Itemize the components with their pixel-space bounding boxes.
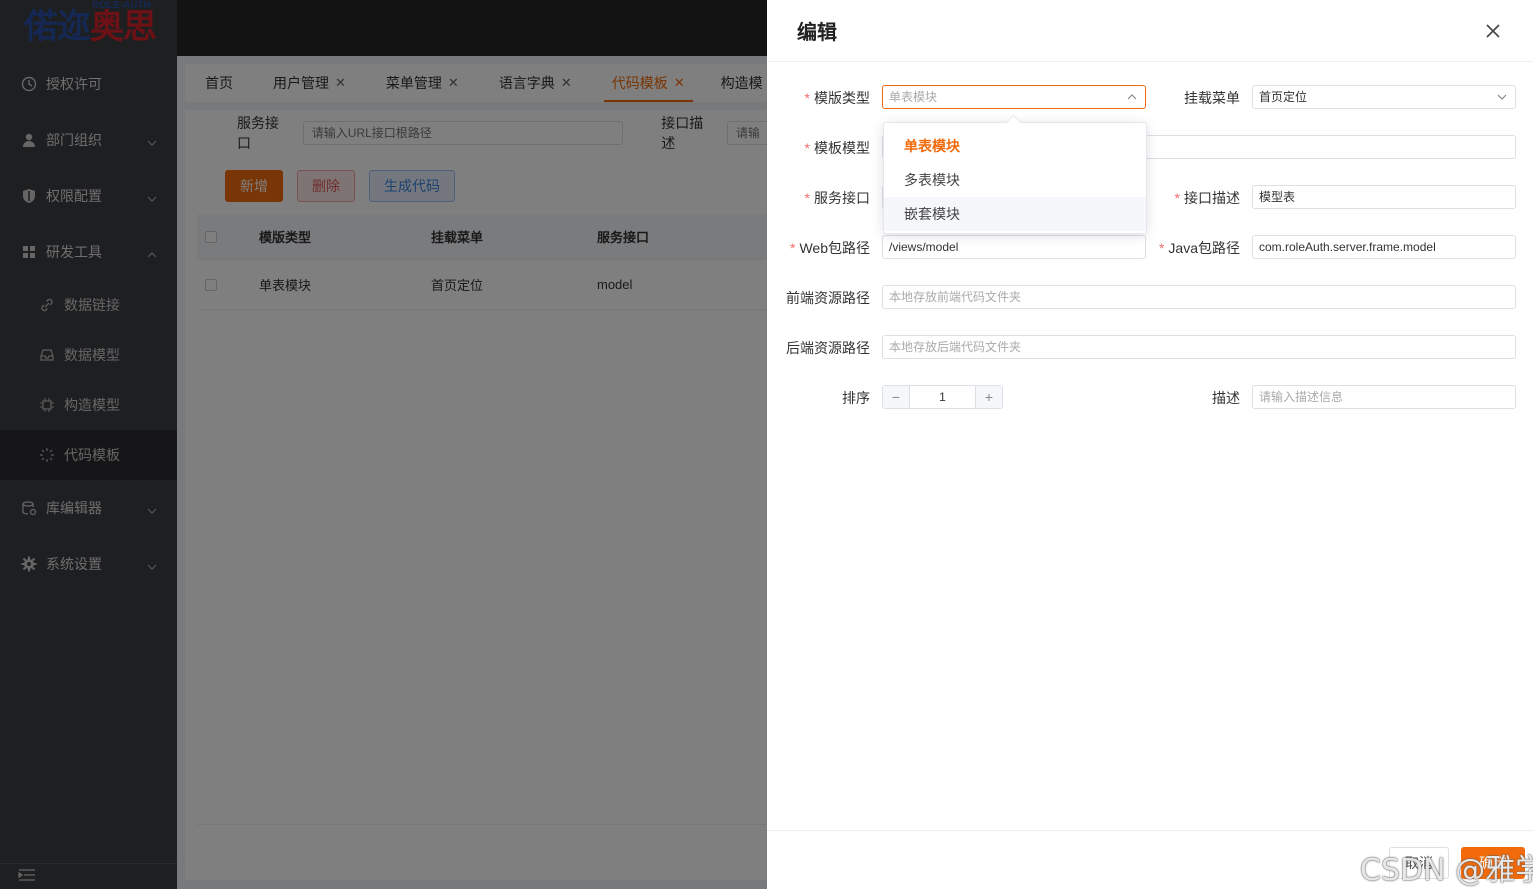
field-label-api-desc: * 接口描述 bbox=[1174, 190, 1240, 206]
close-icon bbox=[1486, 23, 1500, 38]
field-label-front-res: 前端资源路径 bbox=[786, 290, 870, 306]
select-value: 首页定位 bbox=[1259, 90, 1308, 104]
minus-button[interactable]: − bbox=[883, 386, 909, 408]
plus-button[interactable]: + bbox=[976, 386, 1002, 408]
java-path-input[interactable]: com.roleAuth.server.frame.model bbox=[1252, 235, 1516, 259]
form-row: 后端资源路径 本地存放后端代码文件夹 bbox=[767, 335, 1533, 361]
dropdown-option[interactable]: 单表模块 bbox=[884, 129, 1146, 163]
form-row: * 服务接口 * 接口描述 模型表 bbox=[767, 185, 1533, 211]
watermark: CSDN @雅学 bbox=[1360, 853, 1533, 888]
field-label-template-type: * 模版类型 bbox=[804, 90, 870, 106]
form-row: * 模版类型 单表模块 挂载菜单 首页定位 bbox=[767, 85, 1533, 111]
field-label-template-model: * 模板模型 bbox=[804, 140, 870, 156]
dropdown-option[interactable]: 嵌套模块 bbox=[884, 197, 1146, 231]
chevron-up-icon bbox=[1127, 94, 1137, 100]
desc-input[interactable]: 请输入描述信息 bbox=[1252, 385, 1516, 409]
sort-stepper[interactable]: − 1 + bbox=[882, 385, 1003, 409]
field-label-sort: 排序 bbox=[842, 390, 870, 406]
back-res-input[interactable]: 本地存放后端代码文件夹 bbox=[882, 335, 1516, 359]
drawer-footer: 取消 确定 CSDN @雅学 bbox=[767, 830, 1533, 889]
edit-drawer: 编辑 * 模版类型 单表模块 挂载菜单 首页定位 * 模板模型 * 服务接口 * 接口描… bbox=[767, 0, 1533, 889]
field-label-mount-menu: 挂载菜单 bbox=[1184, 90, 1240, 106]
field-label-service-api: * 服务接口 bbox=[804, 190, 870, 206]
field-label-web-path: * Web包路径 bbox=[790, 240, 870, 256]
template-type-dropdown: 单表模块 多表模块 嵌套模块 bbox=[883, 122, 1147, 234]
field-label-java-path: * Java包路径 bbox=[1158, 240, 1240, 256]
field-label-back-res: 后端资源路径 bbox=[786, 340, 870, 356]
close-button[interactable] bbox=[1473, 11, 1513, 51]
field-label-desc: 描述 bbox=[1212, 390, 1240, 406]
template-type-select[interactable]: 单表模块 bbox=[882, 85, 1146, 109]
drawer-header: 编辑 bbox=[767, 0, 1533, 62]
select-placeholder: 单表模块 bbox=[889, 90, 938, 104]
web-path-input[interactable]: /views/model bbox=[882, 235, 1146, 259]
mount-menu-select[interactable]: 首页定位 bbox=[1252, 85, 1516, 109]
front-res-input[interactable]: 本地存放前端代码文件夹 bbox=[882, 285, 1516, 309]
form-row: 排序 − 1 + 描述 请输入描述信息 bbox=[767, 385, 1533, 411]
dropdown-option[interactable]: 多表模块 bbox=[884, 163, 1146, 197]
form-row: * Web包路径 /views/model * Java包路径 com.roleAu… bbox=[767, 235, 1533, 261]
drawer-title: 编辑 bbox=[797, 22, 837, 44]
form-row: 前端资源路径 本地存放前端代码文件夹 bbox=[767, 285, 1533, 311]
sort-value[interactable]: 1 bbox=[909, 386, 976, 408]
chevron-down-icon bbox=[1497, 94, 1507, 100]
modal-mask[interactable] bbox=[0, 0, 767, 889]
form-row: * 模板模型 bbox=[767, 135, 1533, 161]
api-desc-input[interactable]: 模型表 bbox=[1252, 185, 1516, 209]
